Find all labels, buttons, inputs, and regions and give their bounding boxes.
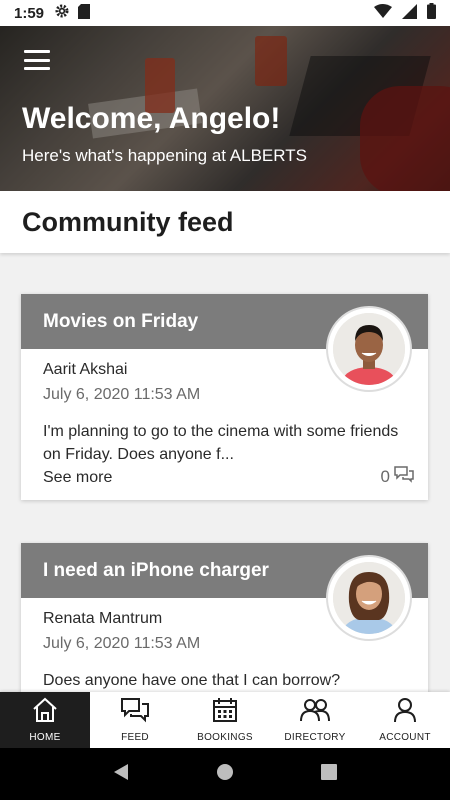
- nav-feed[interactable]: FEED: [90, 692, 180, 748]
- avatar[interactable]: [326, 306, 412, 392]
- nav-bookings[interactable]: BOOKINGS: [180, 692, 270, 748]
- status-time: 1:59: [14, 4, 45, 22]
- post-text: I'm planning to go to the cinema with so…: [43, 423, 399, 463]
- recents-icon[interactable]: [320, 763, 337, 785]
- nav-account-label: ACCOUNT: [379, 732, 431, 743]
- nav-home-label: HOME: [29, 732, 61, 743]
- hero-banner: Welcome, Angelo! Here's what's happening…: [0, 26, 450, 191]
- comments-icon: [394, 466, 414, 488]
- comment-count[interactable]: 0: [381, 466, 414, 488]
- calendar-icon: [212, 697, 238, 728]
- nav-directory[interactable]: DIRECTORY: [270, 692, 360, 748]
- section-header: Community feed: [0, 191, 450, 253]
- bottom-nav: HOME FEED BOOKINGS DIRECTORY ACCOUNT: [0, 692, 450, 748]
- home-button-icon[interactable]: [216, 763, 234, 786]
- see-more-link[interactable]: See more: [43, 466, 406, 489]
- signal-icon: [402, 3, 417, 23]
- welcome-subtitle: Here's what's happening at ALBERTS: [22, 146, 307, 165]
- back-icon[interactable]: [113, 763, 129, 786]
- avatar[interactable]: [326, 555, 412, 641]
- wifi-icon: [374, 4, 392, 22]
- nav-feed-label: FEED: [121, 732, 149, 743]
- feed-card[interactable]: Movies on Friday Aarit Akshai July 6, 20…: [21, 294, 428, 500]
- menu-icon[interactable]: [24, 50, 50, 70]
- comment-count-value: 0: [380, 467, 390, 486]
- post-text: Does anyone have one that I can borrow?: [43, 672, 341, 689]
- people-icon: [299, 697, 331, 728]
- home-icon: [31, 697, 59, 728]
- sd-card-icon: [78, 3, 91, 23]
- nav-account[interactable]: ACCOUNT: [360, 692, 450, 748]
- status-bar: 1:59: [0, 0, 450, 26]
- welcome-title: Welcome, Angelo!: [22, 102, 281, 135]
- settings-icon: [54, 3, 70, 23]
- nav-directory-label: DIRECTORY: [284, 732, 346, 743]
- nav-bookings-label: BOOKINGS: [197, 732, 253, 743]
- chat-icon: [120, 697, 150, 728]
- nav-home[interactable]: HOME: [0, 692, 90, 748]
- person-icon: [393, 697, 417, 728]
- battery-icon: [427, 3, 436, 23]
- system-nav-bar: [0, 748, 450, 800]
- page-title: Community feed: [22, 207, 234, 237]
